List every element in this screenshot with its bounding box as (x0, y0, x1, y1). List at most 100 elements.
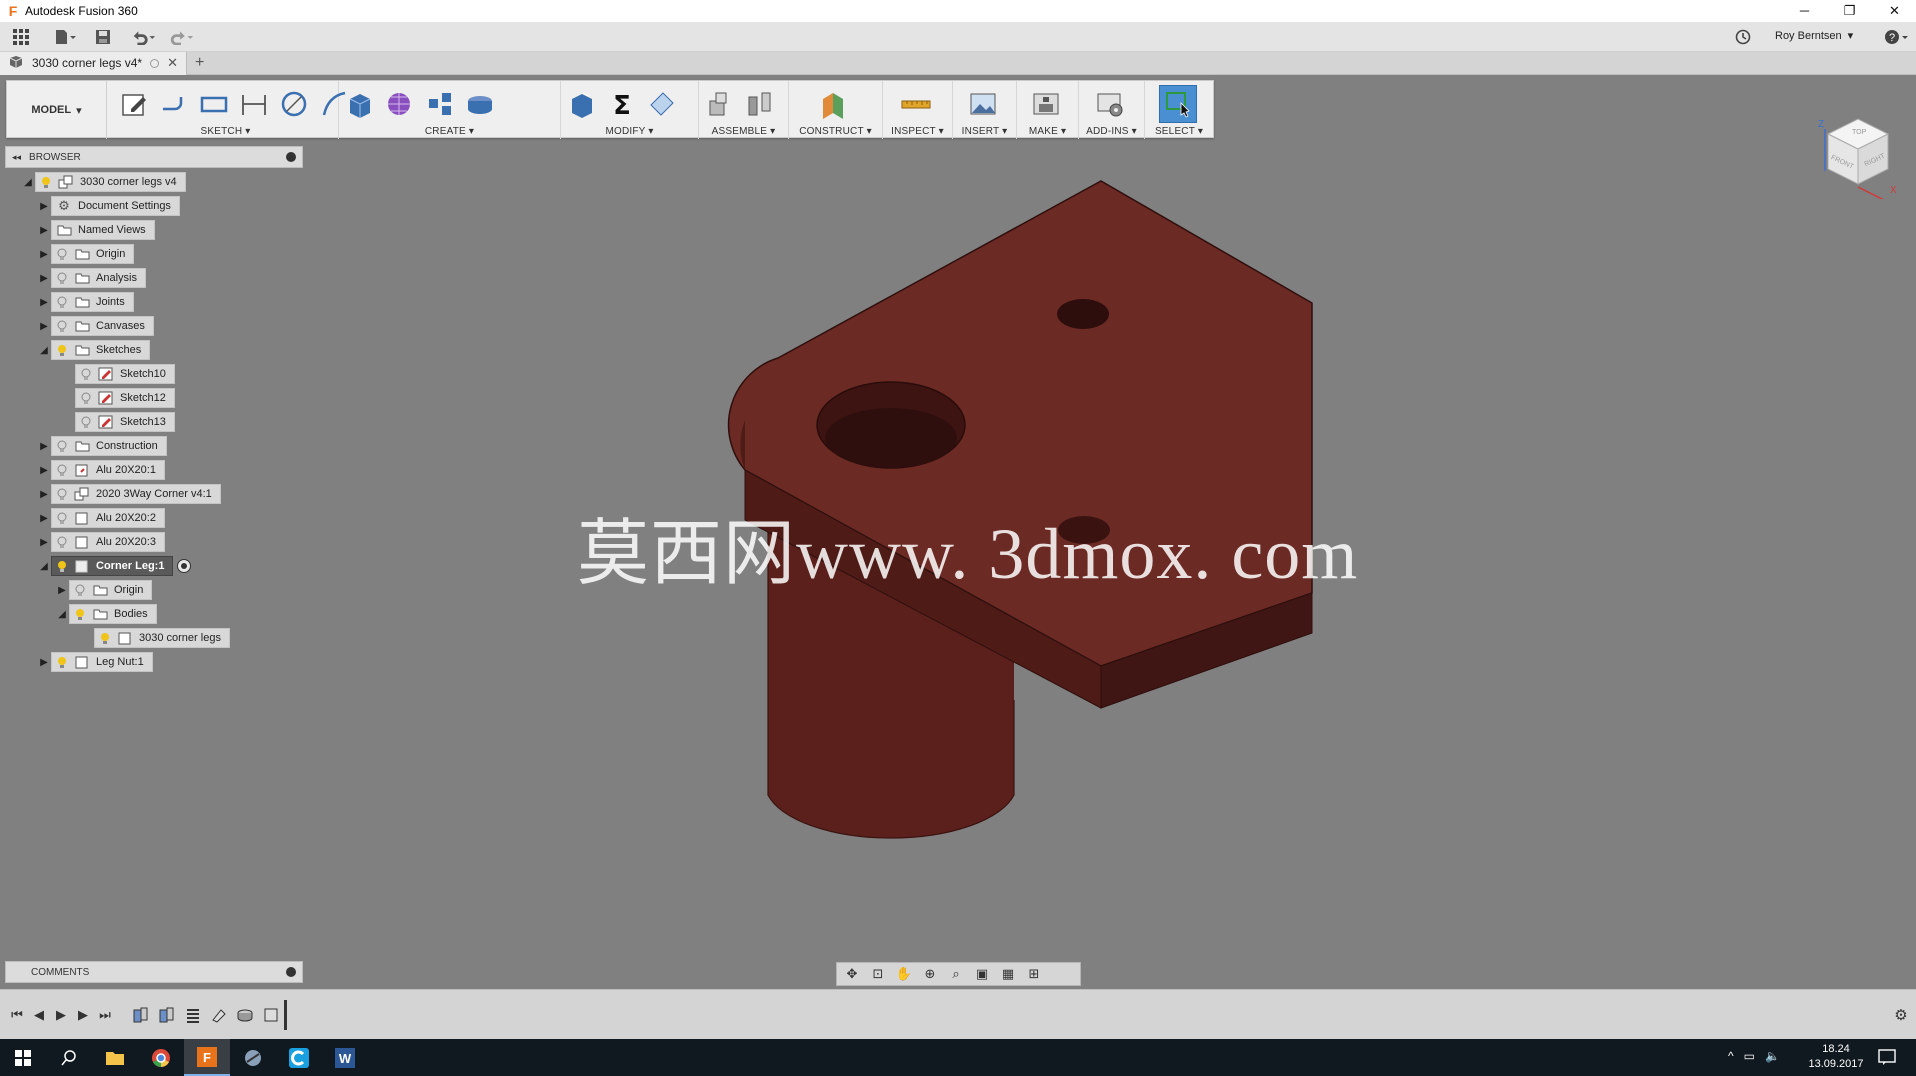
tree-item[interactable]: Alu 20X20:2 (51, 508, 165, 528)
comments-panel-header[interactable]: COMMENTS (5, 961, 303, 983)
fusion-taskbar-icon[interactable]: F (184, 1039, 230, 1076)
go-to-end-icon[interactable]: ⏭ (94, 1004, 116, 1026)
browser-node[interactable]: ▶ Named Views (37, 220, 155, 240)
minimize-button[interactable]: ─ (1782, 0, 1827, 22)
ribbon-group-select[interactable]: SELECT ▾ (1145, 81, 1213, 139)
tree-item[interactable]: ⚙ Document Settings (51, 196, 180, 216)
redo-icon[interactable] (168, 24, 194, 50)
save-icon[interactable] (90, 24, 116, 50)
tree-item[interactable]: Leg Nut:1 (51, 652, 153, 672)
tree-item[interactable]: Canvases (51, 316, 154, 336)
form-sphere-icon[interactable] (383, 87, 417, 121)
activate-radio-icon[interactable] (177, 559, 192, 573)
go-to-start-icon[interactable]: ⏮ (6, 1004, 28, 1026)
browser-node[interactable]: ▶ Joints (37, 292, 134, 312)
close-tab-icon[interactable]: ✕ (167, 55, 178, 71)
look-at-icon[interactable]: ⊡ (867, 964, 889, 984)
browser-node[interactable]: ▶ 2020 3Way Corner v4:1 (37, 484, 221, 504)
circle-tool-icon[interactable] (277, 87, 311, 121)
viewcube[interactable]: TOP FRONT RIGHT Z X (1808, 99, 1908, 204)
insert-image-icon[interactable] (966, 87, 1000, 121)
app-taskbar-icon[interactable] (230, 1039, 276, 1076)
ribbon-group-modify[interactable]: Σ MODIFY ▾ (561, 81, 699, 139)
play-icon[interactable]: ▶ (50, 1004, 72, 1026)
browser-node[interactable]: ▶ Analysis (37, 268, 146, 288)
collapse-panel-icon[interactable]: ◂◂ (12, 152, 21, 163)
new-tab-button[interactable]: + (195, 54, 204, 72)
tree-item[interactable]: 3030 corner legs (94, 628, 230, 648)
lightbulb-on-icon[interactable] (56, 559, 68, 573)
lightbulb-off-icon[interactable] (56, 271, 68, 285)
tree-item[interactable]: Origin (51, 244, 135, 264)
tree-item[interactable]: Bodies (69, 604, 157, 624)
add-comment-icon[interactable] (286, 967, 296, 977)
tree-item[interactable]: Sketch10 (75, 364, 175, 384)
offset-plane-icon[interactable] (817, 87, 851, 121)
line-tool-icon[interactable] (157, 87, 191, 121)
lightbulb-off-icon[interactable] (80, 391, 92, 405)
collapse-toggle-icon[interactable]: ◢ (37, 559, 51, 573)
expand-toggle-icon[interactable]: ▶ (55, 583, 69, 597)
browser-node[interactable]: ▶ Alu 20X20:3 (37, 532, 165, 552)
expand-toggle-icon[interactable]: ▶ (37, 487, 51, 501)
expand-toggle-icon[interactable]: ▶ (37, 535, 51, 549)
timeline-feature-icon[interactable] (234, 1004, 256, 1026)
ribbon-group-sketch[interactable]: SKETCH ▾ (113, 81, 346, 139)
network-icon[interactable]: ▭ (1744, 1049, 1755, 1063)
browser-node[interactable]: ▶ Origin (55, 580, 153, 600)
design-canvas[interactable]: TOP FRONT RIGHT Z X 莫西网www. 3dmox. com (0, 75, 1916, 989)
lightbulb-on-icon[interactable] (56, 343, 68, 357)
tree-item[interactable]: Named Views (51, 220, 155, 240)
volume-icon[interactable]: 🔈 (1765, 1049, 1780, 1063)
sum-parameters-icon[interactable]: Σ (605, 87, 639, 121)
tree-item[interactable]: Joints (51, 292, 134, 312)
lightbulb-on-icon[interactable] (74, 607, 86, 621)
expand-toggle-icon[interactable]: ▶ (37, 271, 51, 285)
browser-node[interactable]: ▶ Origin (37, 244, 135, 264)
tree-item[interactable]: Sketch13 (75, 412, 175, 432)
display-settings-icon[interactable]: ▣ (971, 964, 993, 984)
lightbulb-on-icon[interactable] (40, 175, 52, 189)
browser-node[interactable]: ◢ Sketches (37, 340, 151, 360)
extrude-icon[interactable] (343, 87, 377, 121)
timeline-feature-icon[interactable] (260, 1004, 282, 1026)
browser-node[interactable]: ▶ Alu 20X20:2 (37, 508, 165, 528)
lightbulb-off-icon[interactable] (80, 415, 92, 429)
windows-start-icon[interactable] (0, 1039, 46, 1076)
expand-toggle-icon[interactable]: ▶ (37, 295, 51, 309)
revolve-icon[interactable] (463, 87, 497, 121)
split-body-icon[interactable] (645, 87, 679, 121)
panel-pin-icon[interactable] (286, 152, 296, 162)
collapse-toggle-icon[interactable]: ◢ (55, 607, 69, 621)
collapse-toggle-icon[interactable]: ◢ (37, 343, 51, 357)
browser-node[interactable]: ◢ Bodies (55, 604, 157, 624)
tree-item[interactable]: Sketches (51, 340, 151, 360)
tree-item[interactable]: Alu 20X20:3 (51, 532, 165, 552)
collapse-toggle-icon[interactable]: ◢ (21, 175, 35, 189)
browser-node[interactable]: ▶ Construction (37, 436, 167, 456)
cura-icon[interactable] (276, 1039, 322, 1076)
lightbulb-on-icon[interactable] (99, 631, 111, 645)
browser-node[interactable]: Sketch12 (75, 388, 175, 408)
expand-toggle-icon[interactable]: ▶ (37, 463, 51, 477)
fit-zoom-window-icon[interactable]: ⌕ (945, 964, 967, 984)
dimension-tool-icon[interactable] (237, 87, 271, 121)
grid-settings-icon[interactable]: ▦ (997, 964, 1019, 984)
expand-toggle-icon[interactable]: ▶ (37, 319, 51, 333)
ribbon-group-assemble[interactable]: ASSEMBLE ▾ (699, 81, 789, 139)
new-component-icon[interactable] (703, 87, 737, 121)
create-sketch-icon[interactable] (117, 87, 151, 121)
lightbulb-off-icon[interactable] (56, 511, 68, 525)
undo-icon[interactable] (130, 24, 156, 50)
scripts-addins-icon[interactable] (1093, 87, 1127, 121)
lightbulb-off-icon[interactable] (80, 367, 92, 381)
tree-item[interactable]: Origin (69, 580, 153, 600)
tree-item-active[interactable]: Corner Leg:1 (51, 556, 174, 576)
timeline-settings-gear-icon[interactable]: ⚙ (1890, 1004, 1912, 1026)
lightbulb-off-icon[interactable] (74, 583, 86, 597)
expand-toggle-icon[interactable]: ▶ (37, 439, 51, 453)
tray-chevron-up-icon[interactable]: ^ (1728, 1049, 1734, 1063)
lightbulb-off-icon[interactable] (56, 295, 68, 309)
browser-node[interactable]: ◢ 3030 corner legs v4 (21, 172, 186, 192)
ribbon-group-add-ins[interactable]: ADD-INS ▾ (1079, 81, 1145, 139)
